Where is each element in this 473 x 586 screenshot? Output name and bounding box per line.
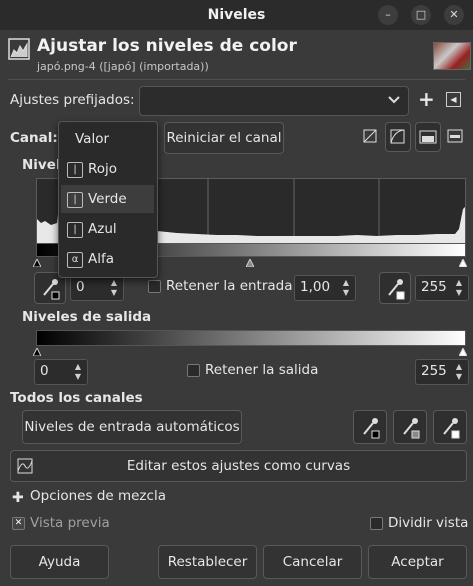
channel-option-label: Alfa [88, 251, 115, 267]
output-low-value: 0 [40, 363, 49, 379]
blue-channel-icon: | [67, 222, 83, 238]
green-channel-icon: | [67, 192, 83, 208]
input-low-handle[interactable] [32, 256, 42, 271]
spinner-arrows-icon[interactable]: ▲ ▼ [107, 278, 121, 298]
output-high-handle[interactable] [458, 345, 468, 360]
preview-checkbox[interactable]: ✕ [12, 517, 25, 530]
channel-option-label: Rojo [88, 161, 118, 177]
edit-as-curves-button[interactable]: Editar estos ajustes como curvas [10, 450, 467, 482]
gray-picker-icon[interactable] [393, 410, 427, 444]
retain-input-checkbox[interactable] [148, 280, 161, 293]
gamma-spinner[interactable]: 1,00 ▲ ▼ [294, 275, 356, 301]
spinner-arrows-icon[interactable]: ▲ ▼ [71, 362, 85, 382]
header-divider [8, 79, 465, 80]
reset-button[interactable]: Restablecer [158, 545, 257, 579]
input-low-spinner[interactable]: 0 ▲ ▼ [70, 275, 124, 301]
input-low-value: 0 [76, 279, 85, 295]
channel-option-label: Azul [88, 221, 117, 237]
output-high-spinner[interactable]: 255 ▲ ▼ [415, 359, 469, 385]
spinner-arrows-icon[interactable]: ▲ ▼ [452, 278, 466, 298]
auto-input-levels-button[interactable]: Niveles de entrada automáticos [22, 410, 242, 444]
channel-dropdown-menu[interactable]: Valor | Rojo | Verde | Azul α Alfa [58, 121, 158, 278]
window-title: Niveles [207, 7, 266, 23]
retain-output-checkbox[interactable] [187, 364, 200, 377]
expand-plus-icon[interactable]: ✚ [12, 490, 24, 506]
minimize-button[interactable]: – [378, 5, 398, 25]
retain-input-label: Retener la entrada [166, 278, 293, 294]
split-view-checkbox[interactable] [370, 517, 383, 530]
image-thumbnail [433, 42, 471, 70]
histogram-mode-b-icon[interactable] [447, 129, 463, 147]
red-channel-icon: | [67, 162, 83, 178]
alpha-channel-icon: α [67, 252, 83, 268]
white-picker-icon[interactable] [433, 410, 467, 444]
dialog-title: Ajustar los niveles de color [37, 36, 297, 56]
spinner-arrows-icon[interactable]: ▲ ▼ [452, 362, 466, 382]
channel-option-azul[interactable]: | Azul [61, 215, 154, 243]
all-channels-label: Todos los canales [10, 390, 143, 406]
retain-output-label: Retener la salida [205, 362, 319, 378]
white-point-picker-icon[interactable] [379, 272, 411, 304]
preview-label: Vista previa [30, 515, 110, 531]
channel-option-valor[interactable]: Valor [61, 125, 154, 153]
output-low-handle[interactable] [32, 345, 42, 360]
add-preset-icon[interactable]: + [418, 87, 435, 111]
ok-button[interactable]: Aceptar [368, 545, 467, 579]
input-high-spinner[interactable]: 255 ▲ ▼ [415, 275, 469, 301]
input-high-value: 255 [421, 279, 447, 295]
help-button[interactable]: Ayuda [10, 545, 109, 579]
blend-options-label[interactable]: Opciones de mezcla [30, 488, 166, 504]
maximize-button[interactable]: □ [411, 5, 431, 25]
channel-option-label: Verde [88, 191, 127, 207]
edit-as-curves-label: Editar estos ajustes como curvas [126, 458, 351, 474]
output-high-value: 255 [421, 363, 447, 379]
output-gradient-bar [36, 330, 466, 346]
gamma-value: 1,00 [300, 279, 331, 295]
reset-channel-button[interactable]: Reiniciar el canal [164, 122, 284, 154]
cancel-button[interactable]: Cancelar [263, 545, 362, 579]
levels-icon [8, 38, 30, 60]
input-high-handle[interactable] [458, 256, 468, 271]
presets-combo[interactable] [139, 86, 409, 116]
channel-option-label: Valor [75, 131, 110, 147]
preset-menu-icon[interactable]: ◀ [446, 92, 461, 107]
split-view-label: Dividir vista [388, 515, 469, 531]
output-low-spinner[interactable]: 0 ▲ ▼ [34, 359, 88, 385]
linear-histogram-icon[interactable] [363, 129, 377, 147]
presets-label: Ajustes prefijados: [10, 92, 135, 108]
black-picker-icon[interactable] [353, 410, 387, 444]
input-gamma-handle[interactable] [245, 256, 255, 271]
output-levels-label: Niveles de salida [22, 309, 152, 325]
channel-label: Canal: [10, 130, 58, 146]
channel-option-verde[interactable]: | Verde [61, 185, 154, 213]
close-button[interactable]: ✕ [444, 5, 464, 25]
spinner-arrows-icon[interactable]: ▲ ▼ [339, 278, 353, 298]
image-subtitle: japó.png-4 ([japó] (importada)) [37, 60, 209, 73]
channel-option-alfa[interactable]: α Alfa [61, 245, 154, 273]
histogram-mode-a-icon[interactable] [415, 122, 441, 152]
channel-option-rojo[interactable]: | Rojo [61, 155, 154, 183]
chevron-down-icon [388, 93, 400, 109]
log-histogram-button[interactable] [385, 122, 411, 152]
